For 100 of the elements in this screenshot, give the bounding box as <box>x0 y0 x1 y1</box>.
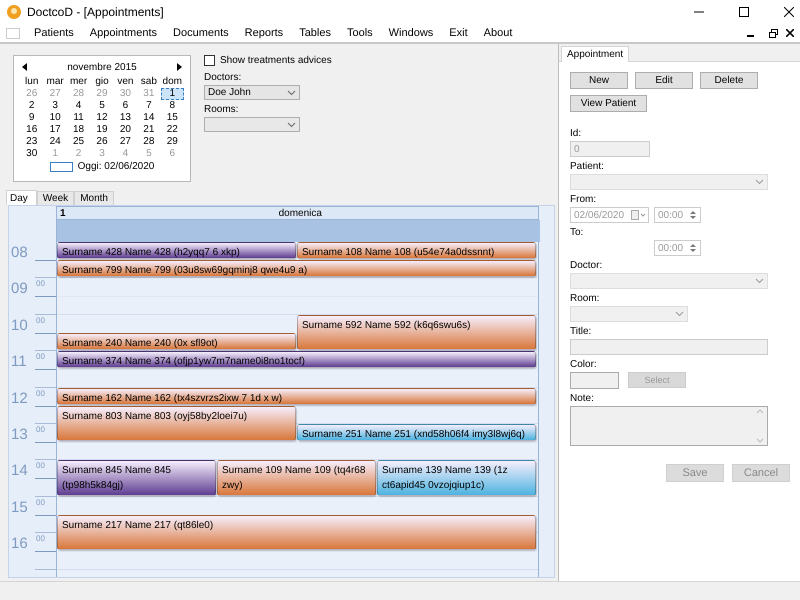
appointment-block[interactable]: Surname 217 Name 217 (qt86le0) <box>57 515 536 550</box>
minute-label: 00 <box>36 316 45 325</box>
close-icon[interactable] <box>786 29 794 37</box>
appointment-block[interactable]: Surname 799 Name 799 (03u8sw69gqminj8 qwe4u9 a) <box>57 260 536 278</box>
action-button[interactable]: New <box>570 72 628 89</box>
calendar-day[interactable]: 22 <box>160 124 184 136</box>
minute-label: 00 <box>36 498 45 507</box>
appointment-block[interactable]: Surname 803 Name 803 (oyj58by2loei7u) <box>57 406 296 442</box>
calendar-day[interactable]: 19 <box>90 124 114 136</box>
chevron-down-icon <box>287 122 296 128</box>
view-tab[interactable]: Week <box>36 191 74 205</box>
weekday-label: mar <box>46 76 65 88</box>
appointment-block[interactable]: Surname 251 Name 251 (xnd58h06f4 imy3l8wj6q) <box>297 424 536 442</box>
field-label: Patient: <box>570 161 604 172</box>
weekday-label: lun <box>24 76 40 88</box>
weekday-label: gio <box>94 76 110 88</box>
field-label: Color: <box>570 359 597 370</box>
note-field[interactable] <box>570 406 768 446</box>
calendar-day[interactable]: 14 <box>137 112 161 124</box>
weekday-label: mer <box>68 76 88 88</box>
calendar-day[interactable]: 28 <box>137 136 161 148</box>
view-patient-button[interactable]: View Patient <box>570 95 647 112</box>
menu-item[interactable]: Documents <box>165 27 237 39</box>
chevron-down-icon <box>287 90 296 96</box>
hour-label: 16 <box>11 535 28 552</box>
menu-item[interactable]: Patients <box>26 27 82 39</box>
menu-item[interactable]: Appointments <box>82 27 166 39</box>
menu-item[interactable]: Reports <box>236 27 292 39</box>
calendar-day[interactable]: 11 <box>66 112 90 124</box>
calendar-day[interactable]: 27 <box>114 136 138 148</box>
calendar-dropdown-icon[interactable] <box>631 210 645 220</box>
appointment-block[interactable]: Surname 162 Name 162 (tx4szvrzs2ixw 7 1d x w) <box>57 388 536 405</box>
calendar-day[interactable]: 16 <box>20 124 44 136</box>
calendar-day[interactable]: 23 <box>20 136 44 148</box>
today-link[interactable]: Oggi: 02/06/2020 <box>78 161 154 172</box>
calendar-day[interactable]: 2 <box>20 100 44 112</box>
weekday-label: ven <box>116 76 134 88</box>
calendar-day[interactable]: 15 <box>160 112 184 124</box>
menu-item[interactable]: Tools <box>338 27 381 39</box>
field-label: Title: <box>570 326 592 337</box>
appointment-block[interactable]: Surname 240 Name 240 (0x sfl9ot) <box>57 333 296 350</box>
spinner-arrows-icon[interactable] <box>689 209 697 221</box>
checkbox[interactable] <box>204 55 215 66</box>
calendar-day[interactable]: 8 <box>160 100 184 112</box>
checkbox-label: Show treatments advices <box>220 55 332 66</box>
next-arrow-icon[interactable] <box>177 63 182 71</box>
calendar-day[interactable]: 7 <box>137 100 161 112</box>
calendar-day[interactable]: 26 <box>90 136 114 148</box>
today-marker-icon <box>50 162 73 172</box>
menu-item[interactable]: Windows <box>380 27 442 39</box>
previous-arrow-icon[interactable] <box>22 63 27 71</box>
view-tab[interactable]: Month <box>74 191 114 205</box>
appointment-block[interactable]: Surname 592 Name 592 (k6q6swu6s) <box>297 314 536 350</box>
calendar-day[interactable]: 6 <box>114 100 138 112</box>
close-icon[interactable] <box>784 7 794 17</box>
appointment-block[interactable]: Surname 374 Name 374 (ofjp1yw7m7name0i8no1tocf) <box>57 351 536 368</box>
chevron-down-icon <box>675 311 684 317</box>
appointment-tab[interactable]: Appointment <box>561 46 630 62</box>
hour-label: 12 <box>11 390 28 407</box>
action-button[interactable]: Delete <box>700 72 758 89</box>
calendar-day[interactable]: 12 <box>90 112 114 124</box>
restore-icon[interactable] <box>769 28 778 38</box>
calendar-day[interactable]: 30 <box>20 148 44 160</box>
appointment-block[interactable]: Surname 845 Name 845 (tp98h5k84gj) <box>57 460 216 496</box>
field-label: Id: <box>570 128 582 139</box>
calendar-day[interactable]: 18 <box>66 124 90 136</box>
calendar-day[interactable]: 3 <box>43 100 67 112</box>
menu-item[interactable]: About <box>476 27 520 39</box>
field-label: Doctor: <box>570 260 602 271</box>
day-number: 1 <box>60 208 66 218</box>
window-title: DoctcoD - [Appointments] <box>27 5 164 19</box>
calendar-day[interactable]: 13 <box>114 112 138 124</box>
spinner-arrows-icon[interactable] <box>689 242 697 254</box>
menu-item[interactable]: Exit <box>441 27 476 39</box>
calendar-day[interactable]: 5 <box>90 100 114 112</box>
calendar-day[interactable]: 4 <box>66 100 90 112</box>
calendar-day[interactable]: 25 <box>66 136 90 148</box>
menu-item[interactable]: Tables <box>291 27 339 39</box>
calendar-day[interactable]: 29 <box>160 136 184 148</box>
view-tab[interactable]: Day <box>6 190 37 205</box>
appointment-block[interactable]: Surname 109 Name 109 (tq4r68 zwy) <box>217 460 376 496</box>
maximize-icon[interactable] <box>739 7 749 17</box>
calendar-day[interactable]: 20 <box>114 124 138 136</box>
doctors-dropdown[interactable]: Doe John <box>204 85 300 100</box>
calendar-day[interactable]: 21 <box>137 124 161 136</box>
appointment-block[interactable]: Surname 139 Name 139 (1z ct6apid45 0vzojqiup1c) <box>377 460 536 496</box>
calendar-day[interactable]: 17 <box>43 124 67 136</box>
calendar-day[interactable]: 9 <box>20 112 44 124</box>
minute-label: 00 <box>36 534 45 544</box>
chevron-down-icon <box>755 278 764 284</box>
calendar-day[interactable]: 10 <box>43 112 67 124</box>
calendar-day[interactable]: 1 <box>160 88 184 100</box>
calendar-day[interactable]: 24 <box>43 136 67 148</box>
appointment-block[interactable]: Surname 108 Name 108 (u54e74a0dssnnt) <box>297 242 536 260</box>
app-logo-icon <box>7 5 21 19</box>
minute-label: 00 <box>36 279 45 288</box>
appointment-block[interactable]: Surname 428 Name 428 (h2yqq7 6 xkp) <box>57 242 296 260</box>
hour-label: 08 <box>11 244 28 261</box>
field-label: Note: <box>570 393 594 404</box>
action-button[interactable]: Edit <box>635 72 693 89</box>
